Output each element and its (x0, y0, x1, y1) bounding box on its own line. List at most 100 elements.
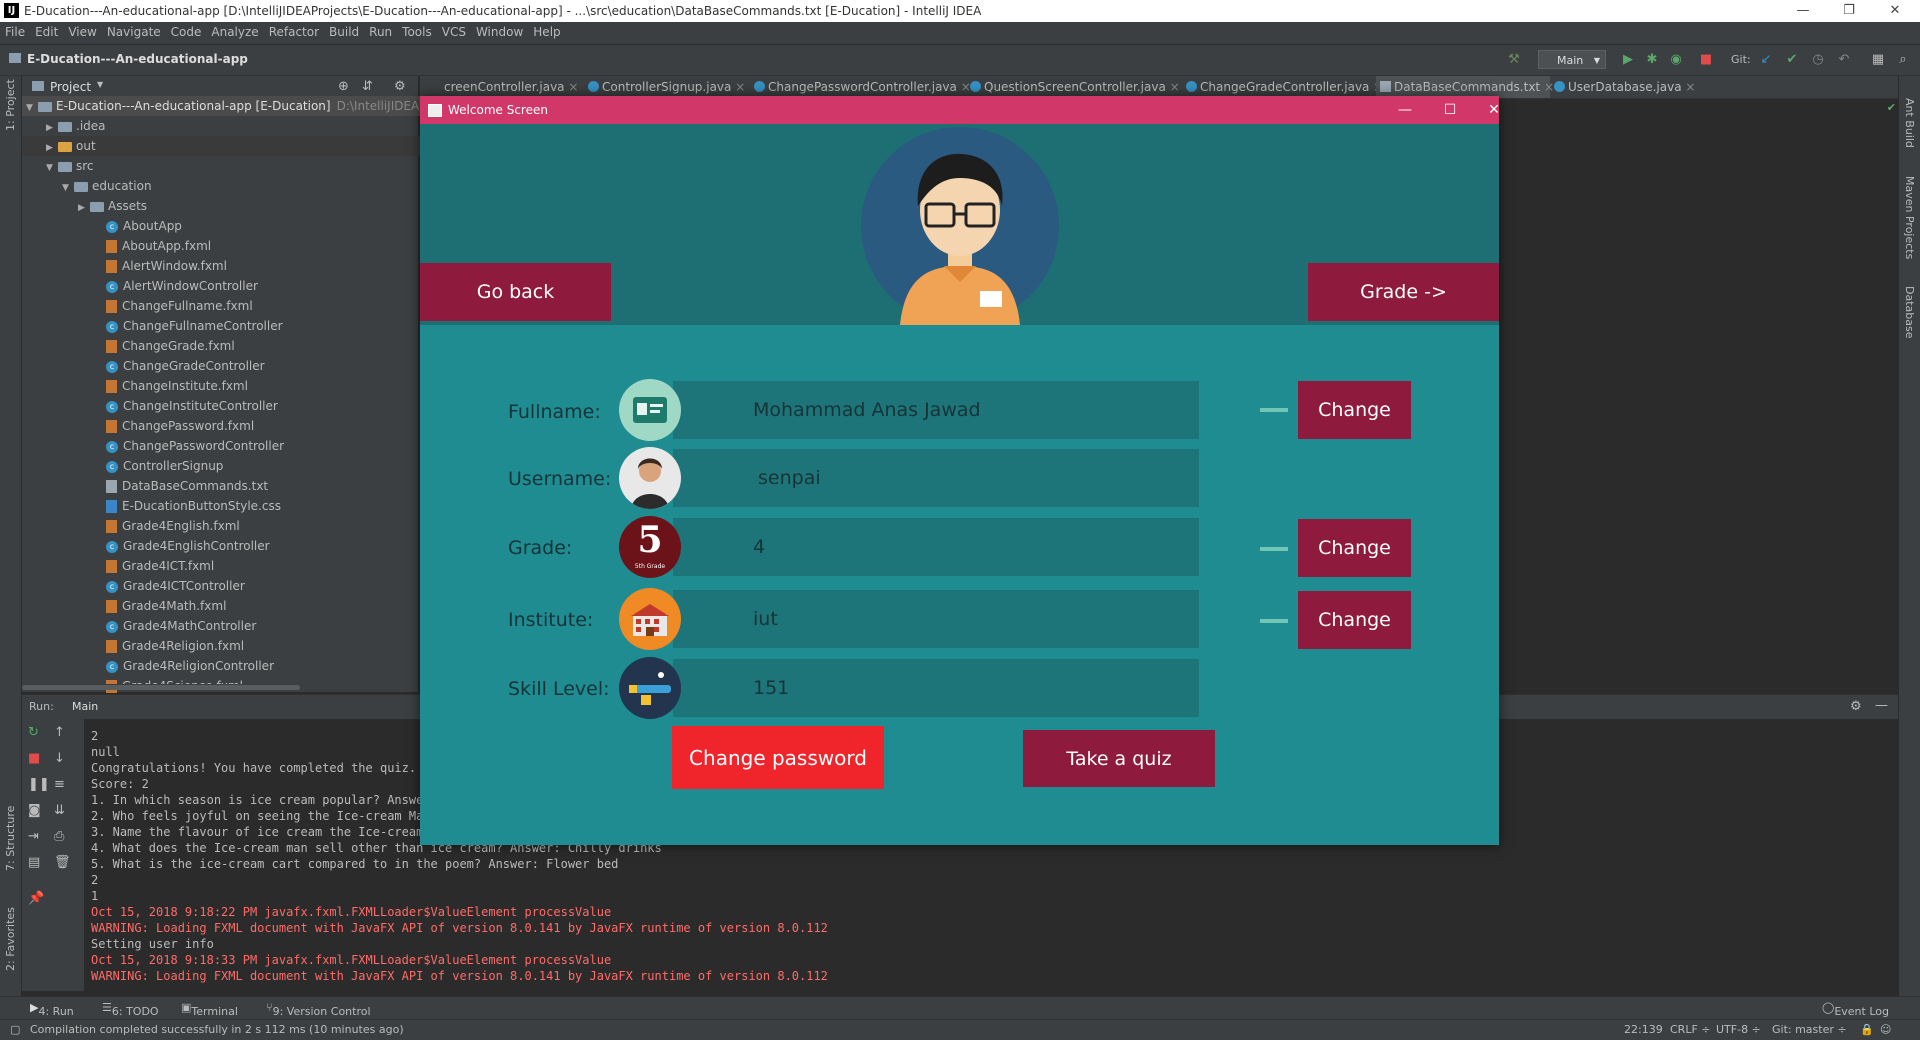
line-separator[interactable]: CRLF ÷ (1670, 1023, 1711, 1036)
minimize-button[interactable]: — (1385, 98, 1425, 122)
collapse-icon[interactable]: ⇵ (362, 79, 373, 94)
file-encoding[interactable]: UTF-8 ÷ (1716, 1023, 1761, 1036)
menu-navigate[interactable]: Navigate (102, 22, 166, 39)
maximize-button[interactable]: ☐ (1430, 98, 1470, 122)
git-update-icon[interactable]: ↙ (1759, 53, 1773, 67)
tab-question-screen-controller[interactable]: QuestionScreenController.java × (966, 76, 1180, 98)
lock-icon[interactable]: 🔒 (1860, 1023, 1874, 1036)
tab-user-database[interactable]: UserDatabase.java × (1550, 76, 1695, 98)
menu-help[interactable]: Help (528, 22, 565, 39)
run-config-dropdown[interactable]: Main ▼ (1538, 50, 1606, 69)
expanded-arrow-icon[interactable]: ▼ (46, 158, 58, 178)
exit-icon[interactable]: ⇥ (28, 829, 39, 844)
change-institute-button[interactable]: Change (1298, 591, 1411, 649)
tab-screen-controller[interactable]: creenController.java × (420, 76, 578, 98)
collapsed-arrow-icon[interactable]: ▶ (46, 138, 58, 158)
git-branch[interactable]: Git: master ÷ (1772, 1023, 1847, 1036)
structure-tool-label[interactable]: 7: Structure (4, 806, 17, 871)
breadcrumb[interactable]: E-Ducation---An-educational-app (27, 52, 248, 66)
tree-item[interactable]: ▶ Assets (22, 196, 474, 216)
event-log-button[interactable]: ◯ Event Log (1822, 1001, 1889, 1018)
menu-code[interactable]: Code (166, 22, 207, 39)
stop-icon[interactable]: ■ (1699, 53, 1713, 67)
change-password-button[interactable]: Change password (672, 726, 884, 789)
tree-item[interactable]: ▼ education (22, 176, 458, 196)
favorites-tool-label[interactable]: 2: Favorites (4, 907, 17, 971)
change-grade-button[interactable]: Change (1298, 519, 1411, 577)
tab-controller-signup[interactable]: ControllerSignup.java × (584, 76, 745, 98)
take-quiz-button[interactable]: Take a quiz (1023, 730, 1215, 787)
menu-edit[interactable]: Edit (30, 22, 63, 39)
menu-refactor[interactable]: Refactor (264, 22, 324, 39)
maximize-button[interactable]: ❐ (1826, 0, 1872, 22)
inspector-icon[interactable]: ☺ (1880, 1023, 1891, 1036)
scroll-to-end-icon[interactable]: ⇊ (54, 803, 65, 818)
close-icon[interactable]: × (735, 80, 745, 94)
search-icon[interactable]: ⌕ (1896, 53, 1910, 67)
go-back-button[interactable]: Go back (420, 263, 611, 321)
close-icon[interactable]: × (568, 80, 578, 94)
gear-icon[interactable]: ⚙ (394, 79, 406, 94)
tree-item[interactable]: ▶ .idea (22, 116, 442, 136)
menu-view[interactable]: View (63, 22, 101, 39)
project-tool-label[interactable]: 1: Project (4, 79, 17, 131)
trash-icon[interactable]: 🗑 (54, 855, 71, 870)
stop-icon[interactable]: ■ (28, 751, 40, 766)
horizontal-scrollbar[interactable] (22, 684, 418, 690)
tree-item[interactable]: ▼ E-Ducation---An-educational-app [E-Duca… (22, 96, 449, 116)
database-label[interactable]: Database (1903, 286, 1916, 339)
change-fullname-button[interactable]: Change (1298, 381, 1411, 439)
run-icon[interactable]: ▶ (1621, 53, 1635, 67)
menu-window[interactable]: Window (471, 22, 528, 39)
menu-file[interactable]: File (0, 22, 30, 39)
maven-projects-label[interactable]: Maven Projects (1903, 176, 1916, 259)
layout-icon[interactable]: ▤ (28, 855, 40, 870)
hide-panel-icon[interactable]: — (1875, 698, 1888, 713)
close-button[interactable]: ✕ (1474, 98, 1514, 122)
soft-wrap-icon[interactable]: ≡ (54, 777, 65, 792)
todo-tool-button[interactable]: ☰ 6: TODO (102, 1001, 159, 1018)
menu-build[interactable]: Build (324, 22, 364, 39)
rerun-icon[interactable]: ↻ (28, 725, 39, 740)
run-tab-main[interactable]: Main (72, 700, 98, 713)
up-arrow-icon[interactable]: ↑ (54, 725, 65, 740)
close-icon[interactable]: × (1170, 80, 1180, 94)
menu-analyze[interactable]: Analyze (206, 22, 263, 39)
down-arrow-icon[interactable]: ↓ (54, 751, 65, 766)
history-icon[interactable]: ◷ (1811, 53, 1825, 67)
minimize-button[interactable]: — (1780, 0, 1826, 22)
project-view-dropdown[interactable]: Project (50, 80, 91, 94)
status-message[interactable]: Compilation completed successfully in 2 … (30, 1023, 404, 1036)
close-icon[interactable]: × (1685, 80, 1695, 94)
tree-item[interactable]: ▼ src (22, 156, 442, 176)
revert-icon[interactable]: ↶ (1837, 53, 1851, 67)
tab-change-grade-controller[interactable]: ChangeGradeController.java × (1182, 76, 1383, 98)
close-button[interactable]: ✕ (1872, 0, 1918, 22)
collapsed-arrow-icon[interactable]: ▶ (78, 198, 90, 218)
ant-build-label[interactable]: Ant Build (1903, 98, 1916, 148)
target-icon[interactable]: ⊕ (338, 79, 349, 94)
pause-icon[interactable]: ❚❚ (28, 777, 50, 792)
menu-vcs[interactable]: VCS (437, 22, 471, 39)
grade-next-button[interactable]: Grade -> (1308, 263, 1499, 321)
build-hammer-icon[interactable]: ⚒ (1507, 53, 1521, 67)
terminal-tool-button[interactable]: ▣ Terminal (181, 1001, 238, 1018)
collapsed-arrow-icon[interactable]: ▶ (46, 118, 58, 138)
camera-icon[interactable]: ◙ (28, 803, 41, 818)
print-icon[interactable]: ⎙ (54, 829, 64, 844)
debug-icon[interactable]: ✱ (1645, 53, 1659, 67)
tree-item[interactable]: ▶ out (22, 136, 442, 156)
tab-change-password-controller[interactable]: ChangePasswordController.java × (750, 76, 971, 98)
coverage-icon[interactable]: ◉ (1669, 53, 1683, 67)
menu-run[interactable]: Run (364, 22, 397, 39)
expanded-arrow-icon[interactable]: ▼ (62, 178, 74, 198)
git-commit-icon[interactable]: ✔ (1785, 53, 1799, 67)
run-tool-button[interactable]: ▶ 4: Run (30, 1001, 74, 1018)
cursor-position[interactable]: 22:139 (1624, 1023, 1663, 1036)
gear-icon[interactable]: ⚙ (1850, 699, 1862, 714)
menu-tools[interactable]: Tools (397, 22, 437, 39)
project-structure-icon[interactable]: ▦ (1871, 53, 1885, 67)
vcs-tool-button[interactable]: ⑂ 9: Version Control (266, 1001, 371, 1018)
pin-icon[interactable]: 📌 (28, 891, 44, 906)
tab-database-commands[interactable]: DataBaseCommands.txt × (1376, 76, 1554, 98)
